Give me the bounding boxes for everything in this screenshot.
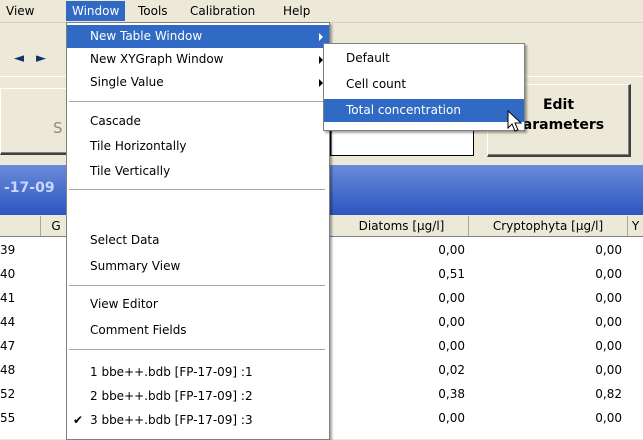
row-id: 44: [0, 315, 16, 329]
diatoms-cell: 0,00: [438, 339, 465, 353]
menu-tools[interactable]: Tools: [132, 3, 174, 20]
diatoms-cell: 0,02: [438, 363, 465, 377]
menu-window[interactable]: Window: [66, 1, 126, 21]
row-id: 52: [0, 387, 16, 401]
menu-item-view-editor[interactable]: View Editor: [67, 293, 329, 316]
cryptophyta-cell: 0,00: [595, 411, 622, 425]
cryptophyta-cell: 0,00: [595, 291, 622, 305]
menu-separator: [69, 101, 325, 103]
menu-item-tile-vertically[interactable]: Tile Vertically: [67, 160, 329, 183]
header-cryptophyta[interactable]: Cryptophyta [µg/l]: [469, 216, 628, 236]
menu-item-cascade[interactable]: Cascade: [67, 110, 329, 133]
row-id: 48: [0, 363, 16, 377]
menu-separator: [69, 285, 325, 287]
cryptophyta-cell: 0,00: [595, 339, 622, 353]
menu-item-window-1[interactable]: 1 bbe++.bdb [FP-17-09] :1: [67, 361, 329, 384]
cryptophyta-cell: 0,00: [595, 315, 622, 329]
cryptophyta-cell: 0,00: [595, 363, 622, 377]
diatoms-cell: 0,00: [438, 291, 465, 305]
cryptophyta-cell: 0,00: [595, 267, 622, 281]
new-table-window-submenu: Default Cell count Total concentration: [323, 43, 525, 131]
submenu-item-cell-count[interactable]: Cell count: [324, 73, 524, 96]
next-record-icon[interactable]: ►: [36, 51, 46, 66]
cryptophyta-cell: 0,82: [595, 387, 622, 401]
menu-item-select-data[interactable]: Select Data: [67, 229, 329, 252]
header-blank: [0, 216, 41, 236]
first-record-icon[interactable]: ◄: [14, 51, 24, 66]
header-diatoms[interactable]: Diatoms [µg/l]: [335, 216, 469, 236]
row-id: 39: [0, 243, 16, 257]
menu-separator: [69, 349, 325, 351]
checkmark-icon: ✔: [73, 413, 84, 427]
mouse-cursor-icon: [507, 110, 523, 132]
diatoms-cell: 0,00: [438, 315, 465, 329]
diatoms-cell: 0,00: [438, 411, 465, 425]
menu-view[interactable]: View: [0, 3, 40, 20]
menu-item-tile-horizontally[interactable]: Tile Horizontally: [67, 135, 329, 158]
menu-item-new-table-window[interactable]: New Table Window: [67, 25, 329, 48]
row-id: 55: [0, 411, 16, 425]
window-title: -17-09: [4, 180, 55, 196]
menu-item-window-3[interactable]: ✔ 3 bbe++.bdb [FP-17-09] :3: [67, 409, 329, 432]
submenu-arrow-icon: [319, 33, 323, 41]
diatoms-cell: 0,38: [438, 387, 465, 401]
menu-calibration[interactable]: Calibration: [184, 3, 261, 20]
submenu-item-default[interactable]: Default: [324, 47, 524, 70]
row-id: 41: [0, 291, 16, 305]
cryptophyta-cell: 0,00: [595, 243, 622, 257]
submenu-item-total-concentration[interactable]: Total concentration: [324, 99, 524, 122]
row-id: 47: [0, 339, 16, 353]
menu-item-summary-view[interactable]: Summary View: [67, 255, 329, 278]
menu-item-single-value[interactable]: Single Value: [67, 71, 329, 94]
menu-item-new-xygraph-window[interactable]: New XYGraph Window: [67, 48, 329, 71]
menu-item-comment-fields[interactable]: Comment Fields: [67, 319, 329, 342]
menu-bar: View Window Tools Calibration Help: [0, 0, 643, 23]
menu-item-window-2[interactable]: 2 bbe++.bdb [FP-17-09] :2: [67, 385, 329, 408]
window-menu: New Table Window New XYGraph Window Sing…: [66, 22, 330, 440]
diatoms-cell: 0,00: [438, 243, 465, 257]
header-y[interactable]: Y: [628, 216, 643, 236]
menu-separator: [69, 189, 325, 191]
s-button-label: S: [53, 119, 63, 137]
menu-help[interactable]: Help: [277, 3, 316, 20]
s-button[interactable]: S: [0, 88, 73, 155]
diatoms-cell: 0,51: [438, 267, 465, 281]
row-id: 40: [0, 267, 16, 281]
